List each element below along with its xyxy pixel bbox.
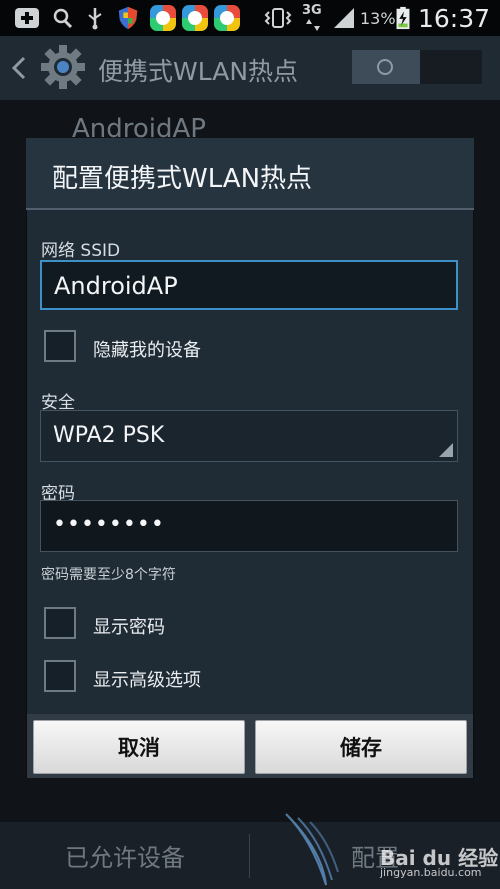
- back-icon[interactable]: [10, 56, 28, 80]
- toggle-circle-icon: [377, 59, 393, 75]
- battery-percent: 13%: [360, 9, 396, 28]
- settings-gear-icon: [41, 45, 85, 89]
- app-icon: [182, 5, 208, 31]
- hotspot-toggle[interactable]: [352, 50, 482, 84]
- dialog-title: 配置便携式WLAN热点: [52, 164, 313, 194]
- status-bar: 3G 13% 16:37: [0, 0, 500, 36]
- ssid-value: AndroidAP: [54, 272, 178, 300]
- save-button[interactable]: 储存: [255, 720, 467, 774]
- add-icon: [15, 8, 39, 28]
- toggle-off-side: [420, 50, 482, 84]
- show-advanced-label: 显示高级选项: [93, 670, 201, 691]
- action-bar-title: 便携式WLAN热点: [98, 57, 299, 86]
- dropdown-corner-icon: [439, 443, 453, 457]
- app-icon: [150, 5, 176, 31]
- network-type: 3G: [302, 3, 322, 18]
- search-icon: [53, 8, 73, 29]
- password-value: ••••••••: [53, 512, 165, 537]
- hide-device-label: 隐藏我的设备: [93, 340, 201, 361]
- ssid-label: 网络 SSID: [41, 241, 121, 261]
- security-select[interactable]: WPA2 PSK: [40, 410, 458, 462]
- baidu-wing-logo: [285, 813, 339, 886]
- password-hint: 密码需要至少8个字符: [41, 567, 176, 583]
- show-password-label: 显示密码: [93, 617, 165, 638]
- show-advanced-checkbox[interactable]: [44, 660, 76, 692]
- vibrate-icon: [264, 8, 292, 28]
- shield-icon: [118, 6, 138, 30]
- battery-icon: [396, 6, 410, 30]
- show-password-checkbox[interactable]: [44, 607, 76, 639]
- signal-icon: [334, 8, 354, 28]
- password-input[interactable]: ••••••••: [40, 500, 458, 552]
- usb-icon: [88, 8, 102, 30]
- security-value: WPA2 PSK: [53, 423, 165, 448]
- watermark-url: jingyan.baidu.com: [380, 866, 482, 879]
- app-icon: [214, 5, 240, 31]
- allowed-devices-button[interactable]: 已允许设备: [0, 822, 250, 889]
- data-arrows-icon: [306, 19, 320, 31]
- clock: 16:37: [418, 4, 491, 33]
- cancel-button[interactable]: 取消: [33, 720, 245, 774]
- ssid-input[interactable]: AndroidAP: [40, 260, 458, 310]
- hide-device-checkbox[interactable]: [44, 330, 76, 362]
